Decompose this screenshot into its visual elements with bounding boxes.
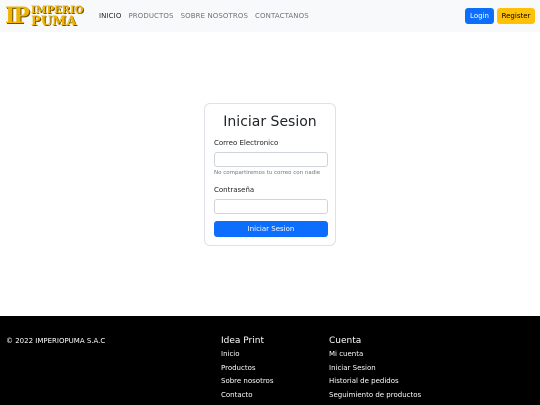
navbar: IP IMPERIO PUMA INICIO PRODUCTOS SOBRE N… xyxy=(0,0,540,32)
footer-link-inicio[interactable]: Inicio xyxy=(221,350,240,358)
password-label: Contraseña xyxy=(214,186,255,194)
email-help-text: No compartiremos tu correo con nadie xyxy=(214,170,321,176)
register-button[interactable]: Register xyxy=(497,8,535,24)
footer: © 2022 IMPERIOPUMA S.A.C Idea Print Inic… xyxy=(0,316,540,405)
nav-link-contactanos[interactable]: CONTACTANOS xyxy=(255,12,309,20)
logo-mark: IP xyxy=(5,3,30,29)
footer-link-productos[interactable]: Productos xyxy=(221,364,256,372)
footer-link-sobre-nosotros[interactable]: Sobre nosotros xyxy=(221,377,273,385)
brand-logo[interactable]: IP IMPERIO PUMA xyxy=(5,4,83,28)
nav-link-inicio[interactable]: INICIO xyxy=(99,12,121,20)
email-input[interactable] xyxy=(214,152,328,167)
login-title: Iniciar Sesion xyxy=(223,114,317,130)
password-input[interactable] xyxy=(214,199,328,214)
footer-link-contacto[interactable]: Contacto xyxy=(221,391,253,399)
footer-col-cuenta-title: Cuenta xyxy=(329,336,362,346)
login-button[interactable]: Login xyxy=(465,8,494,24)
logo-bottom-text: PUMA xyxy=(30,14,77,29)
email-label: Correo Electronico xyxy=(214,139,279,147)
copyright-text: © 2022 IMPERIOPUMA S.A.C xyxy=(6,337,106,345)
nav-link-sobre-nosotros[interactable]: SOBRE NOSOTROS xyxy=(181,12,248,20)
footer-link-historial-pedidos[interactable]: Historial de pedidos xyxy=(329,377,399,385)
logo-text: IMPERIO PUMA xyxy=(30,5,84,29)
footer-link-mi-cuenta[interactable]: Mi cuenta xyxy=(329,350,363,358)
login-card: Iniciar Sesion Correo Electronico No com… xyxy=(204,103,336,246)
submit-login-button[interactable]: Iniciar Sesion xyxy=(214,221,328,237)
nav-links: INICIO PRODUCTOS SOBRE NOSOTROS CONTACTA… xyxy=(99,0,316,32)
footer-link-iniciar-sesion[interactable]: Iniciar Sesion xyxy=(329,364,376,372)
footer-col-idea-print-title: Idea Print xyxy=(221,336,264,346)
nav-link-productos[interactable]: PRODUCTOS xyxy=(128,12,173,20)
footer-link-seguimiento-productos[interactable]: Seguimiento de productos xyxy=(329,391,421,399)
